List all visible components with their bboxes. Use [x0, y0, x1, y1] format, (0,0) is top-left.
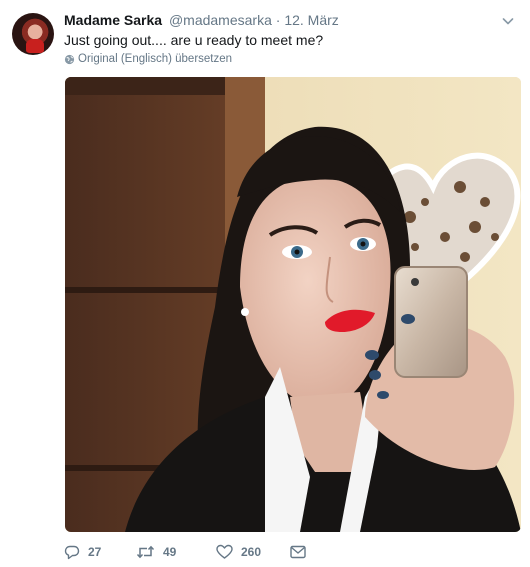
tweet-date[interactable]: 12. März	[284, 12, 338, 28]
tweet[interactable]: Madame Sarka @madamesarka · 12. März Jus…	[0, 0, 530, 567]
author-name[interactable]: Madame Sarka	[64, 12, 162, 28]
direct-message-button[interactable]	[290, 545, 306, 559]
tweet-header: Madame Sarka @madamesarka · 12. März	[64, 12, 510, 30]
avatar[interactable]	[12, 13, 54, 55]
globe-icon	[64, 54, 75, 64]
tweet-actions: 27 49 260	[64, 542, 306, 562]
reply-count: 27	[88, 545, 102, 559]
author-handle[interactable]: @madamesarka	[169, 12, 272, 28]
retweet-icon	[136, 545, 155, 559]
chevron-down-icon[interactable]	[502, 15, 514, 27]
envelope-icon	[290, 545, 306, 559]
separator-dot: ·	[275, 12, 281, 28]
selfie-photo	[65, 77, 521, 532]
heart-icon	[216, 544, 233, 559]
translate-link[interactable]: Original (Englisch) übersetzen	[64, 53, 232, 65]
reply-icon	[64, 545, 80, 560]
like-button[interactable]: 260	[216, 544, 290, 560]
tweet-text: Just going out.... are u ready to meet m…	[64, 32, 324, 48]
retweet-button[interactable]: 49	[136, 544, 216, 560]
translate-label: Original (Englisch) übersetzen	[78, 53, 233, 65]
like-count: 260	[241, 545, 262, 559]
tweet-photo[interactable]	[65, 77, 521, 532]
retweet-count: 49	[163, 545, 177, 559]
reply-button[interactable]: 27	[64, 544, 136, 560]
